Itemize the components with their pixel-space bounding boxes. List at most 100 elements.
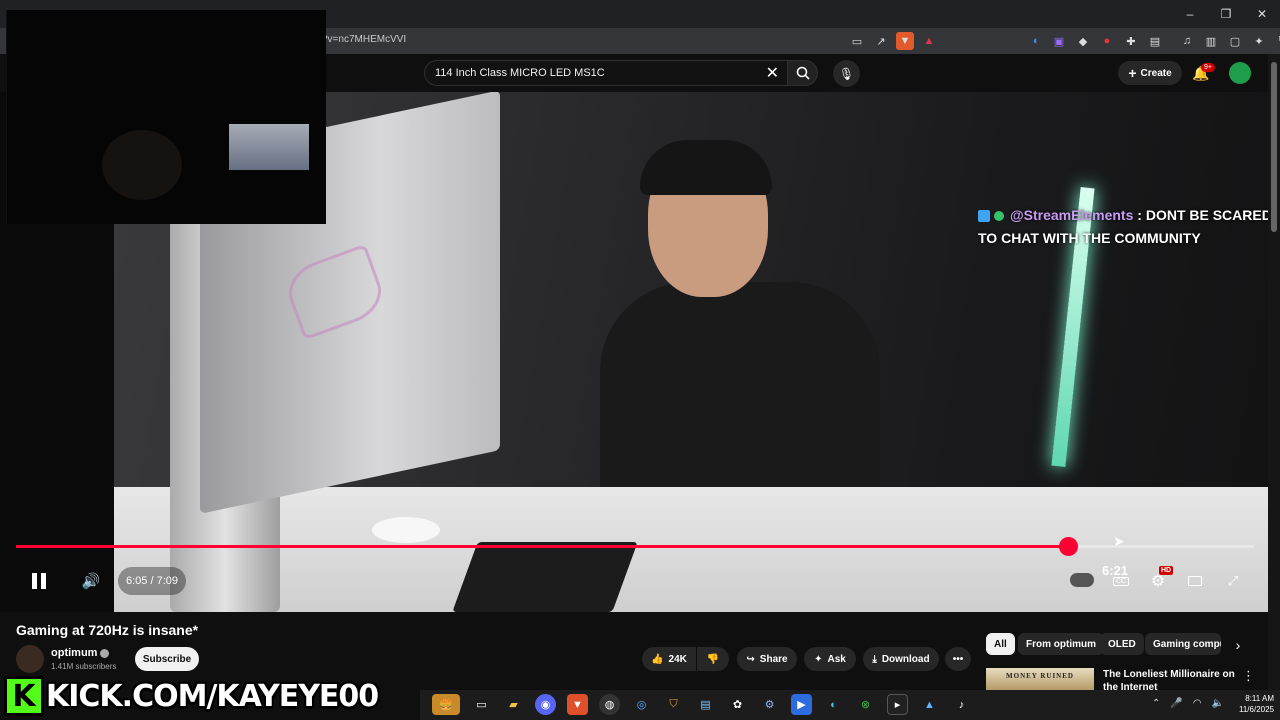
brave-browser-icon[interactable]: ▼ (567, 694, 588, 715)
video-title: Gaming at 720Hz is insane* (16, 622, 199, 638)
recommended-title[interactable]: The Loneliest Millionaire on the Interne… (1103, 668, 1243, 690)
mic-tray-icon[interactable]: 🎤 (1170, 698, 1182, 709)
chip-gaming-computers[interactable]: Gaming compu (1145, 633, 1221, 655)
channel-avatar[interactable] (16, 645, 44, 673)
chat-separator: : (1133, 207, 1146, 223)
sidebar-icon[interactable]: ▥ (1202, 32, 1220, 50)
webcam-person (102, 130, 182, 200)
globe-app-icon[interactable]: ◎ (631, 694, 652, 715)
scrollbar-thumb[interactable] (1271, 62, 1277, 232)
minimize-button[interactable]: – (1172, 0, 1208, 28)
chip-oled[interactable]: OLED (1100, 633, 1144, 655)
kick-logo: K (4, 676, 44, 716)
video-desk (114, 487, 1268, 612)
dislike-button[interactable]: 👎 (697, 647, 729, 671)
download-button[interactable]: ⤓ Download (863, 647, 939, 671)
sparkle-icon: ✦ (814, 653, 823, 665)
channel-name-row[interactable]: optimum (51, 647, 110, 659)
chevron-right-icon[interactable]: › (1228, 635, 1248, 655)
channel-name[interactable]: optimum (51, 647, 97, 659)
restore-button[interactable]: ❐ (1208, 0, 1244, 28)
vlc-app-icon[interactable]: ▶ (791, 694, 812, 715)
vpn-icon[interactable]: ⛉ (1274, 32, 1280, 50)
ask-label: Ask (827, 653, 846, 665)
notepad-icon[interactable]: ▤ (695, 694, 716, 715)
photos-app-icon[interactable]: ▲ (919, 694, 940, 715)
taskbar-clock[interactable]: 8:11 AM 11/6/2025 (1230, 693, 1274, 715)
chatgpt-icon[interactable]: ✿ (727, 694, 748, 715)
cast-icon[interactable]: ▭ (848, 32, 866, 50)
file-explorer-icon[interactable]: ▰ (503, 694, 524, 715)
terminal-icon[interactable]: ▸ (887, 694, 908, 715)
shield-app-icon[interactable]: ⛉ (663, 694, 684, 715)
captions-button[interactable]: CC (1108, 568, 1134, 594)
speaker-icon[interactable]: 🔈 (1212, 698, 1224, 709)
chat-message-overlay: @StreamElements : DONT BE SCARED TO CHAT… (978, 204, 1274, 250)
pause-button[interactable] (24, 566, 54, 596)
create-label: Create (1140, 67, 1172, 79)
mod-badge-icon (978, 210, 990, 223)
obs-icon[interactable]: ◍ (599, 694, 620, 715)
recommended-thumbnail[interactable]: MONEY RUINED (986, 668, 1094, 690)
microphone-icon: 🎙 (838, 66, 855, 81)
search-button[interactable] (788, 60, 818, 86)
edge-icon[interactable]: ◐ (823, 694, 844, 715)
webcam-overlay (6, 10, 326, 224)
hd-badge: HD (1159, 566, 1174, 575)
windows-taskbar: 🍔 ▭ ▰ ◉ ▼ ◍ ◎ ⛉ ▤ ✿ ⚙ ▶ ◐ ⊗ ▸ ▲ ♪ ⌃ 🎤 ◠ … (420, 690, 1280, 720)
discord-icon[interactable]: ◉ (535, 694, 556, 715)
ask-button[interactable]: ✦ Ask (804, 647, 856, 671)
fullscreen-button[interactable]: ⤢ (1220, 568, 1246, 594)
create-button[interactable]: + Create (1118, 61, 1182, 85)
clock-date: 11/6/2025 (1239, 705, 1274, 714)
account-avatar[interactable] (1229, 62, 1251, 84)
search-input[interactable]: 114 Inch Class MICRO LED MS1C (435, 67, 605, 79)
address-bar-actions: ▭ ↗ ▼ ▲ (848, 32, 938, 50)
theater-mode-button[interactable] (1182, 568, 1208, 594)
more-actions-button[interactable]: ••• (945, 647, 971, 671)
wifi-icon[interactable]: ◠ (1193, 698, 1202, 709)
record-extension-icon[interactable]: ● (1098, 32, 1116, 50)
volume-button[interactable]: 🔊 (76, 566, 106, 596)
subscribe-button[interactable]: Subscribe (135, 647, 199, 671)
close-button[interactable]: ✕ (1244, 0, 1280, 28)
autoplay-toggle[interactable] (1070, 573, 1094, 587)
verified-icon (100, 648, 110, 658)
search-box[interactable]: 114 Inch Class MICRO LED MS1C ✕ (424, 60, 788, 86)
tiktok-icon[interactable]: ♪ (951, 694, 972, 715)
chevron-up-icon[interactable]: ⌃ (1152, 698, 1160, 709)
search-icon (796, 66, 810, 80)
like-button[interactable]: 👍 24K (642, 647, 696, 671)
diamond-extension-icon[interactable]: ◆ (1074, 32, 1092, 50)
settings-app-icon[interactable]: ⚙ (759, 694, 780, 715)
chip-from-optimum[interactable]: From optimum (1018, 633, 1104, 655)
chip-all[interactable]: All (986, 633, 1015, 655)
kick-url-text: KICK.COM/KAYEYE00 (46, 678, 379, 714)
recommended-menu-icon[interactable]: ⋮ (1242, 668, 1255, 684)
share-page-icon[interactable]: ↗ (872, 32, 890, 50)
twitch-extension-icon[interactable]: ▣ (1050, 32, 1068, 50)
notifications-badge: 9+ (1201, 63, 1215, 72)
brave-shield-icon[interactable]: ▼ (896, 32, 914, 50)
voice-search-button[interactable]: 🎙 (833, 60, 860, 87)
screenshot-extension-icon[interactable]: ▤ (1146, 32, 1164, 50)
webcam-background-monitor (229, 124, 309, 170)
page-scrollbar[interactable] (1268, 54, 1280, 690)
clear-search-icon[interactable]: ✕ (766, 63, 779, 83)
wallet-icon[interactable]: ▢ (1226, 32, 1244, 50)
progress-bar[interactable] (16, 537, 1254, 556)
voice-extension-icon[interactable]: ◖ (1026, 32, 1044, 50)
url-text[interactable]: ?v=nc7MHEMcVVI (322, 34, 406, 45)
like-count: 24K (668, 653, 687, 665)
leo-ai-icon[interactable]: ✦ (1250, 32, 1268, 50)
download-icon: ⤓ (872, 653, 877, 665)
task-view-icon[interactable]: ▭ (471, 694, 492, 715)
share-icon: ↪ (746, 653, 755, 665)
share-button[interactable]: ↪ Share (737, 647, 797, 671)
brave-rewards-icon[interactable]: ▲ (920, 32, 938, 50)
puzzle-extensions-icon[interactable]: ✚ (1122, 32, 1140, 50)
xbox-icon[interactable]: ⊗ (855, 694, 876, 715)
music-icon[interactable]: ♫ (1178, 32, 1196, 50)
burger-app-icon[interactable]: 🍔 (432, 694, 460, 715)
download-label: Download (881, 653, 930, 665)
